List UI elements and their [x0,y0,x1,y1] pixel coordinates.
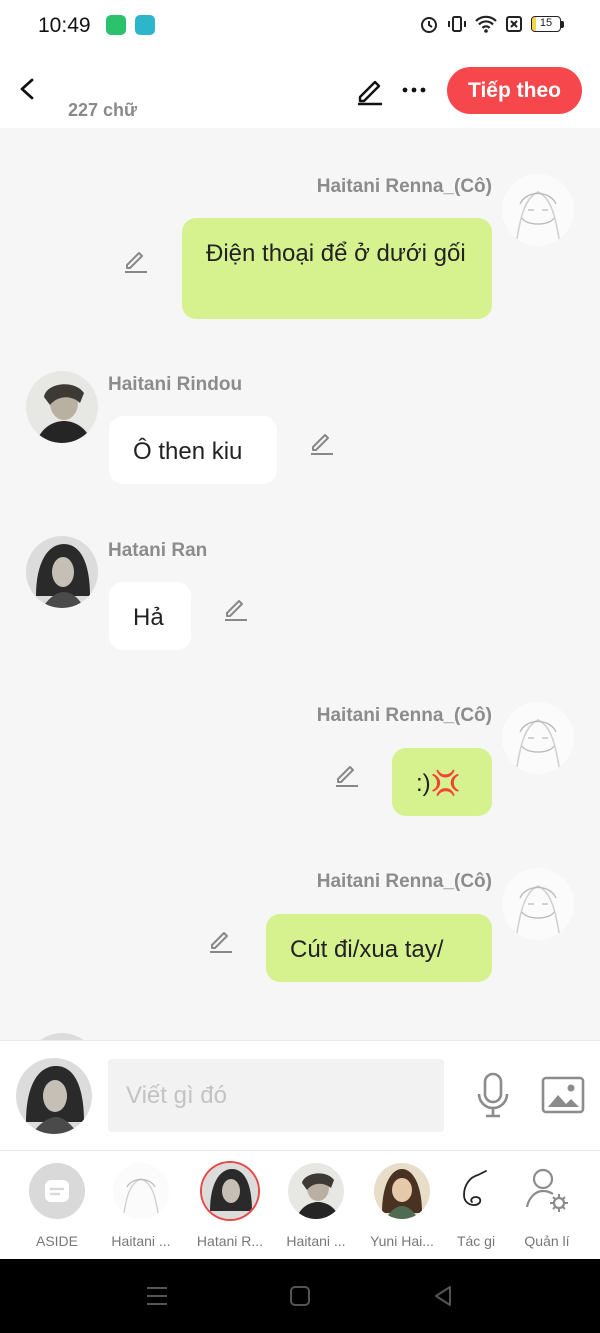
back-arrow-icon[interactable] [14,72,42,106]
more-icon[interactable] [400,74,428,106]
character-label: Haitani ... [286,1233,346,1249]
edit-message-icon[interactable] [222,594,250,622]
edit-message-icon[interactable] [308,428,336,456]
cyan-app-icon [135,15,155,35]
character-label: ASIDE [35,1233,78,1249]
status-bar: 10:49 15 [0,0,600,52]
character-label: Haitani ... [111,1233,171,1249]
current-character-avatar[interactable] [16,1058,92,1134]
character-item[interactable]: Yuni Hai... [364,1163,440,1249]
chat-bubble[interactable]: Cút đi/xua tay/ [266,914,492,982]
character-item[interactable]: ASIDE [19,1163,95,1249]
no-sim-icon [506,16,522,32]
character-label: Tác gi [456,1233,496,1249]
next-button[interactable]: Tiếp theo [447,67,582,114]
message-sender: Haitani Renna_(Cô) [316,176,492,197]
menu-icon[interactable] [144,1283,170,1309]
wifi-icon [475,15,497,33]
character-item[interactable]: Quản lí [509,1163,585,1249]
message-sender: Haitani Renna_(Cô) [316,871,492,892]
character-item[interactable]: Tác gi [438,1163,514,1249]
chat-bubble[interactable]: Hả [109,582,191,650]
alarm-icon [421,17,437,33]
image-icon[interactable] [540,1073,586,1117]
avatar [374,1163,430,1219]
avatar [288,1163,344,1219]
message-input[interactable] [108,1059,444,1132]
character-item[interactable]: Haitani ... [103,1163,179,1249]
header: 227 chữ Tiếp theo [0,52,600,128]
avatar [113,1163,169,1219]
microphone-icon[interactable] [474,1071,512,1119]
avatar[interactable] [26,1033,98,1040]
message-sender: Haitani Renna_(Cô) [316,705,492,726]
green-app-icon [106,15,126,35]
edit-message-icon[interactable] [207,926,235,954]
battery-level: 15 [539,17,553,29]
chat-bubble[interactable]: Ô then kiu [109,416,277,484]
avatar[interactable] [502,702,574,774]
character-item[interactable]: Haitani ... [278,1163,354,1249]
battery-icon: 15 [531,16,564,32]
chat-bubble[interactable]: Điện thoại để ở dưới gối [182,218,492,319]
character-label: Yuni Hai... [370,1233,434,1249]
avatar[interactable] [26,371,98,443]
chat-bubble[interactable]: :)💢 [392,748,492,816]
pen-icon[interactable] [354,74,386,106]
edit-message-icon[interactable] [122,246,150,274]
chat-area[interactable]: Haitani Renna_(Cô) Điện thoại để ở dưới … [0,128,600,1040]
avatar [448,1163,504,1219]
compose-bar [0,1040,600,1150]
message-sender: Haitani Rindou [108,374,243,395]
manage-user-icon [519,1163,575,1219]
back-icon[interactable] [430,1283,456,1309]
character-item[interactable]: Hatani R... [192,1163,268,1249]
character-bar: ASIDE Haitani ... Hatani R... Haitani ..… [0,1150,600,1259]
character-label: Quản lí [524,1233,570,1249]
status-time: 10:49 [38,14,91,37]
system-nav-bar [0,1259,600,1333]
word-count: 227 chữ [68,100,138,120]
vibrate-icon [448,16,466,32]
character-label: Hatani R... [196,1233,264,1249]
avatar[interactable] [502,174,574,246]
message-sender: Hatani Ran [108,540,208,561]
aside-icon [29,1163,85,1219]
edit-message-icon[interactable] [333,760,361,788]
avatar [202,1163,258,1219]
avatar[interactable] [502,868,574,940]
avatar[interactable] [26,536,98,608]
home-icon[interactable] [287,1283,313,1309]
